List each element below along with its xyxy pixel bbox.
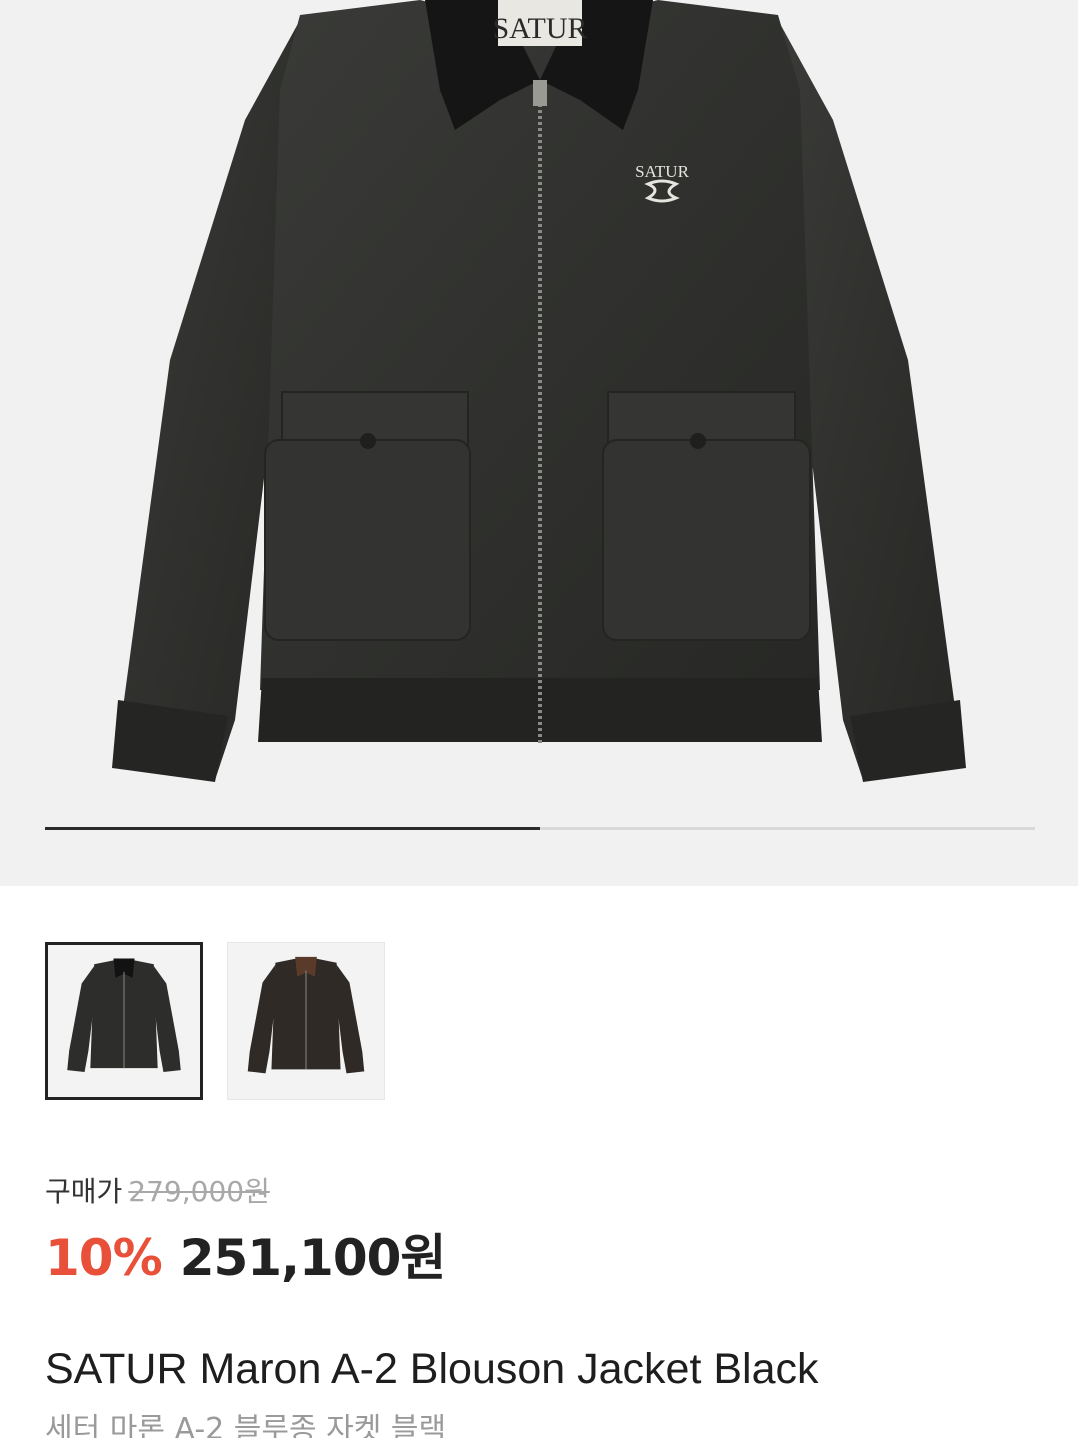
thumbnail-list [45,942,385,1100]
jacket-image: SATUR SATUR [112,0,966,782]
price-label: 구매가 [45,1175,123,1208]
thumbnail-brown[interactable] [227,942,385,1100]
thumbnail-black[interactable] [45,942,203,1100]
gallery-progress-fill [45,827,540,830]
chest-logo-text: SATUR [635,162,690,181]
product-name-korean: 세터 마론 A-2 블루종 자켓 블랙 [45,1412,447,1438]
sale-price-row: 10% 251,100원 [45,1218,447,1290]
discount-rate: 10% [45,1229,163,1287]
product-image-carousel[interactable]: SATUR SATUR [0,0,1078,886]
original-price: 279,000원 [128,1175,270,1208]
collar-label-text: SATUR [492,12,587,45]
gallery-progress-track [45,827,1035,830]
sale-price: 251,100원 [179,1229,447,1287]
thumbnail-black-image [67,958,181,1072]
thumbnail-brown-image [247,956,365,1074]
product-name: SATUR Maron A-2 Blouson Jacket Black [45,1345,819,1393]
price-label-row: 구매가 279,000원 [45,1170,270,1210]
